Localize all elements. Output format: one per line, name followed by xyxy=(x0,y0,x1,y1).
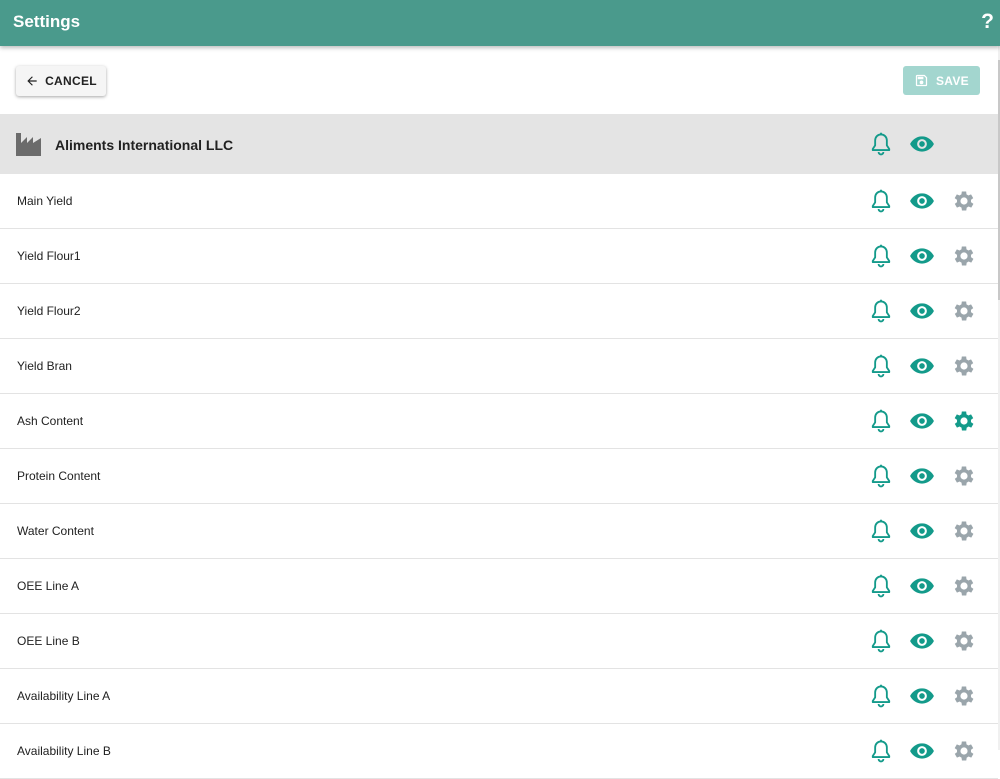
list-item-label: Availability Line B xyxy=(17,744,111,758)
eye-icon[interactable] xyxy=(909,408,935,434)
bell-icon[interactable] xyxy=(868,298,894,324)
list-item-label: Main Yield xyxy=(17,194,73,208)
bell-icon[interactable] xyxy=(868,573,894,599)
group-title: Aliments International LLC xyxy=(55,137,234,153)
list-item-label: Yield Flour1 xyxy=(17,249,81,263)
bell-icon[interactable] xyxy=(868,188,894,214)
eye-icon[interactable] xyxy=(909,573,935,599)
list-item: Availability Line A xyxy=(0,669,998,724)
app-bar: Settings ? xyxy=(0,0,1000,46)
list-item-label: OEE Line B xyxy=(17,634,80,648)
gear-icon[interactable] xyxy=(951,573,977,599)
gear-icon[interactable] xyxy=(951,298,977,324)
gear-icon[interactable] xyxy=(951,518,977,544)
save-button[interactable]: SAVE xyxy=(903,66,980,95)
gear-icon[interactable] xyxy=(951,353,977,379)
bell-icon[interactable] xyxy=(868,131,894,157)
eye-icon[interactable] xyxy=(909,131,935,157)
metric-list: Main Yield Yield Flour1 Yield Flour2 Yield … xyxy=(0,174,998,779)
save-button-label: SAVE xyxy=(936,73,969,88)
list-item-label: Availability Line A xyxy=(17,689,111,703)
eye-icon[interactable] xyxy=(909,463,935,489)
bell-icon[interactable] xyxy=(868,243,894,269)
list-item-label: Water Content xyxy=(17,524,94,538)
list-item: Ash Content xyxy=(0,394,998,449)
list-item-label: Yield Bran xyxy=(17,359,72,373)
list-item-label: Yield Flour2 xyxy=(17,304,81,318)
page-title: Settings xyxy=(13,12,81,31)
bell-icon[interactable] xyxy=(868,518,894,544)
eye-icon[interactable] xyxy=(909,683,935,709)
save-icon xyxy=(915,74,928,87)
gear-icon[interactable] xyxy=(951,628,977,654)
eye-icon[interactable] xyxy=(909,628,935,654)
list-item: Water Content xyxy=(0,504,998,559)
list-item: OEE Line A xyxy=(0,559,998,614)
bell-icon[interactable] xyxy=(868,683,894,709)
list-item: Yield Flour1 xyxy=(0,229,998,284)
bell-icon[interactable] xyxy=(868,353,894,379)
eye-icon[interactable] xyxy=(909,188,935,214)
list-item: Yield Bran xyxy=(0,339,998,394)
eye-icon[interactable] xyxy=(909,243,935,269)
list-item: OEE Line B xyxy=(0,614,998,669)
factory-icon xyxy=(16,133,41,156)
gear-icon[interactable] xyxy=(951,188,977,214)
cancel-button-label: CANCEL xyxy=(45,74,97,88)
eye-icon[interactable] xyxy=(909,518,935,544)
gear-icon[interactable] xyxy=(951,463,977,489)
cancel-button[interactable]: CANCEL xyxy=(16,66,106,96)
gear-icon[interactable] xyxy=(951,243,977,269)
list-item: Availability Line B xyxy=(0,724,998,779)
eye-icon[interactable] xyxy=(909,298,935,324)
list-item: Main Yield xyxy=(0,174,998,229)
list-item: Protein Content xyxy=(0,449,998,504)
gear-icon[interactable] xyxy=(951,738,977,764)
bell-icon[interactable] xyxy=(868,628,894,654)
bell-icon[interactable] xyxy=(868,463,894,489)
list-item: Yield Flour2 xyxy=(0,284,998,339)
arrow-left-icon xyxy=(27,76,37,86)
group-header: Aliments International LLC xyxy=(0,114,998,174)
eye-icon[interactable] xyxy=(909,353,935,379)
bell-icon[interactable] xyxy=(868,738,894,764)
gear-icon[interactable] xyxy=(951,683,977,709)
list-item-label: OEE Line A xyxy=(17,579,80,593)
help-icon[interactable]: ? xyxy=(981,10,994,34)
toolbar: CANCEL SAVE xyxy=(0,46,1000,114)
bell-icon[interactable] xyxy=(868,408,894,434)
gear-icon[interactable] xyxy=(951,408,977,434)
eye-icon[interactable] xyxy=(909,738,935,764)
list-item-label: Ash Content xyxy=(17,414,84,428)
list-item-label: Protein Content xyxy=(17,469,101,483)
